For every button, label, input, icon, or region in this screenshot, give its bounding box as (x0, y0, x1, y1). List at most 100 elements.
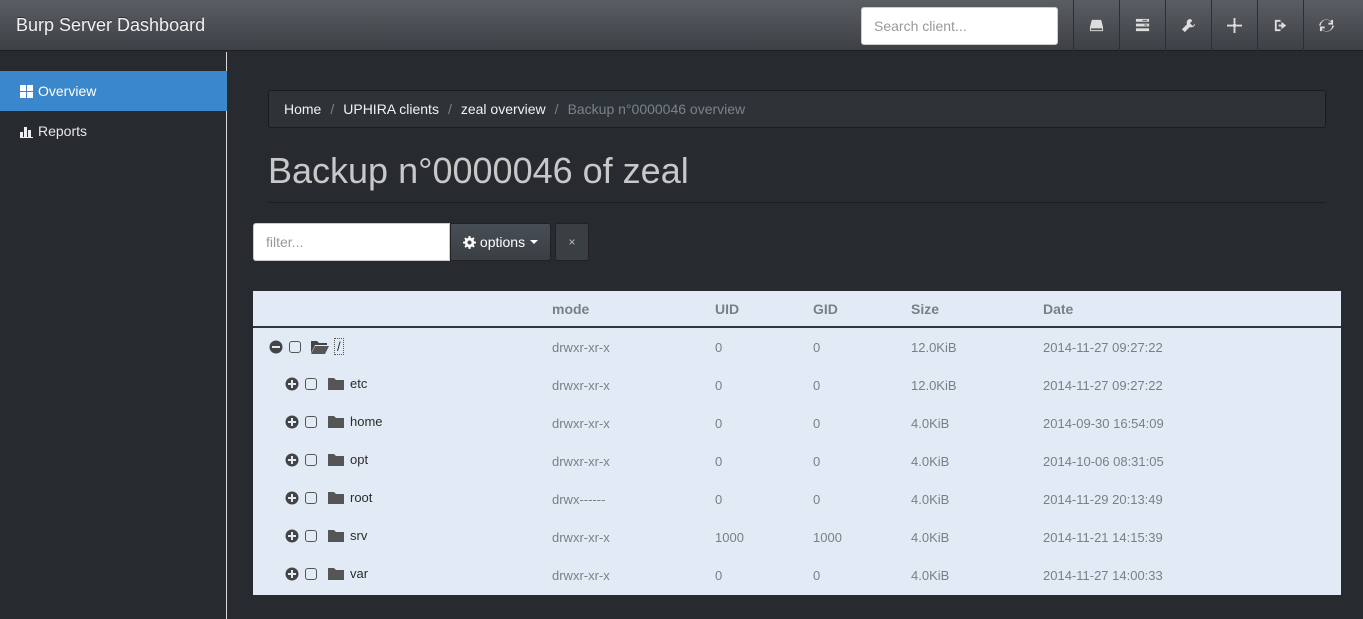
clients-button[interactable] (1211, 0, 1257, 51)
cell-uid: 0 (715, 568, 723, 583)
select-checkbox[interactable] (305, 529, 317, 542)
table-row[interactable]: home drwxr-xr-x 0 0 4.0KiB 2014-09-30 16:54:0… (253, 404, 1341, 442)
tasks-icon (1135, 18, 1150, 32)
sidebar: Overview Reports (0, 52, 227, 619)
cell-gid: 0 (813, 492, 821, 507)
sidebar-item-reports[interactable]: Reports (0, 111, 227, 151)
breadcrumb-client-overview[interactable]: zeal overview (461, 101, 546, 117)
search-client-input[interactable] (861, 7, 1058, 45)
table-row[interactable]: srv drwxr-xr-x 1000 1000 4.0KiB 2014-11-21 14… (253, 518, 1341, 556)
options-dropdown-button[interactable]: options (450, 223, 551, 261)
tree-node: srv (285, 528, 367, 543)
table-row[interactable]: / drwxr-xr-x 0 0 12.0KiB 2014-11-27 09:27:22 (253, 328, 1341, 366)
wrench-icon (1181, 18, 1196, 33)
cell-gid: 0 (813, 378, 821, 393)
table-row[interactable]: root drwx------ 0 0 4.0KiB 2014-11-29 20:13:4… (253, 480, 1341, 518)
column-header-gid[interactable]: GID (813, 301, 838, 317)
cell-date: 2014-11-29 20:13:49 (1043, 492, 1163, 507)
options-label: options (479, 234, 526, 250)
logout-button[interactable] (1257, 0, 1303, 51)
caret-down-icon (530, 240, 539, 244)
select-checkbox[interactable] (305, 453, 317, 466)
select-checkbox[interactable] (305, 491, 317, 504)
filter-input[interactable] (253, 223, 450, 261)
app-title[interactable]: Burp Server Dashboard (16, 15, 205, 36)
breadcrumb-current: Backup n°0000046 overview (567, 101, 746, 117)
servers-button[interactable] (1073, 0, 1119, 51)
top-navbar: Burp Server Dashboard (0, 0, 1363, 51)
folder-icon (328, 377, 344, 390)
breadcrumb-home[interactable]: Home (284, 101, 321, 117)
cell-uid: 0 (715, 416, 723, 431)
column-header-mode[interactable]: mode (552, 301, 589, 317)
stats-icon (20, 126, 33, 138)
tree-node: / (269, 338, 344, 355)
select-checkbox[interactable] (305, 415, 317, 428)
column-header-size[interactable]: Size (911, 301, 939, 317)
expand-icon[interactable] (285, 491, 299, 505)
cell-size: 12.0KiB (911, 378, 957, 393)
title-divider (268, 202, 1326, 203)
column-header-uid[interactable]: UID (715, 301, 739, 317)
cell-mode: drwxr-xr-x (552, 416, 610, 431)
select-checkbox[interactable] (289, 340, 301, 353)
cell-uid: 1000 (715, 530, 744, 545)
cell-date: 2014-11-21 14:15:39 (1043, 530, 1163, 545)
table-row[interactable]: opt drwxr-xr-x 0 0 4.0KiB 2014-10-06 08:31:05 (253, 442, 1341, 480)
cell-date: 2014-11-27 14:00:33 (1043, 568, 1163, 583)
cell-gid: 0 (813, 340, 821, 355)
folder-name[interactable]: / (334, 338, 344, 355)
table-row[interactable]: etc drwxr-xr-x 0 0 12.0KiB 2014-11-27 09:27:2… (253, 366, 1341, 404)
folder-name[interactable]: srv (350, 528, 367, 543)
clear-filter-button[interactable]: × (555, 223, 589, 261)
tasks-button[interactable] (1119, 0, 1165, 51)
folder-name[interactable]: root (350, 490, 372, 505)
folder-name[interactable]: opt (350, 452, 368, 467)
settings-button[interactable] (1165, 0, 1211, 51)
navbar-icon-group (1073, 0, 1349, 51)
file-tree-table: mode UID GID Size Date / drwxr-xr-x 0 0 12.0… (253, 291, 1341, 595)
select-checkbox[interactable] (305, 567, 317, 580)
expand-icon[interactable] (285, 377, 299, 391)
refresh-button[interactable] (1303, 0, 1349, 51)
expand-icon[interactable] (285, 453, 299, 467)
cell-date: 2014-11-27 09:27:22 (1043, 378, 1163, 393)
table-row[interactable]: var drwxr-xr-x 0 0 4.0KiB 2014-11-27 14:00:33 (253, 556, 1341, 594)
cell-size: 4.0KiB (911, 416, 950, 431)
page-title: Backup n°0000046 of zeal (268, 150, 689, 191)
cell-gid: 0 (813, 454, 821, 469)
folder-icon (328, 491, 344, 504)
expand-icon[interactable] (285, 529, 299, 543)
breadcrumb-clients[interactable]: UPHIRA clients (343, 101, 439, 117)
breadcrumb-separator: / (330, 101, 335, 117)
hdd-icon (1089, 19, 1104, 32)
cell-uid: 0 (715, 378, 723, 393)
cell-date: 2014-11-27 09:27:22 (1043, 340, 1163, 355)
cell-mode: drwxr-xr-x (552, 378, 610, 393)
cell-gid: 0 (813, 568, 821, 583)
tree-node: opt (285, 452, 368, 467)
expand-icon[interactable] (285, 567, 299, 581)
folder-icon (328, 529, 344, 542)
tree-node: etc (285, 376, 367, 391)
folder-name[interactable]: var (350, 566, 368, 581)
breadcrumb-separator: / (554, 101, 559, 117)
cell-size: 12.0KiB (911, 340, 957, 355)
cell-uid: 0 (715, 340, 723, 355)
select-checkbox[interactable] (305, 377, 317, 390)
folder-name[interactable]: etc (350, 376, 367, 391)
cell-mode: drwxr-xr-x (552, 454, 610, 469)
cell-gid: 0 (813, 416, 821, 431)
cell-uid: 0 (715, 454, 723, 469)
cell-date: 2014-10-06 08:31:05 (1043, 454, 1164, 469)
column-header-date[interactable]: Date (1043, 301, 1073, 317)
expand-icon[interactable] (285, 415, 299, 429)
folder-name[interactable]: home (350, 414, 383, 429)
folder-icon (328, 567, 344, 580)
sidebar-item-overview[interactable]: Overview (0, 71, 227, 111)
cell-size: 4.0KiB (911, 492, 950, 507)
cell-size: 4.0KiB (911, 530, 950, 545)
tree-node: root (285, 490, 372, 505)
cell-size: 4.0KiB (911, 454, 950, 469)
collapse-icon[interactable] (269, 340, 283, 354)
